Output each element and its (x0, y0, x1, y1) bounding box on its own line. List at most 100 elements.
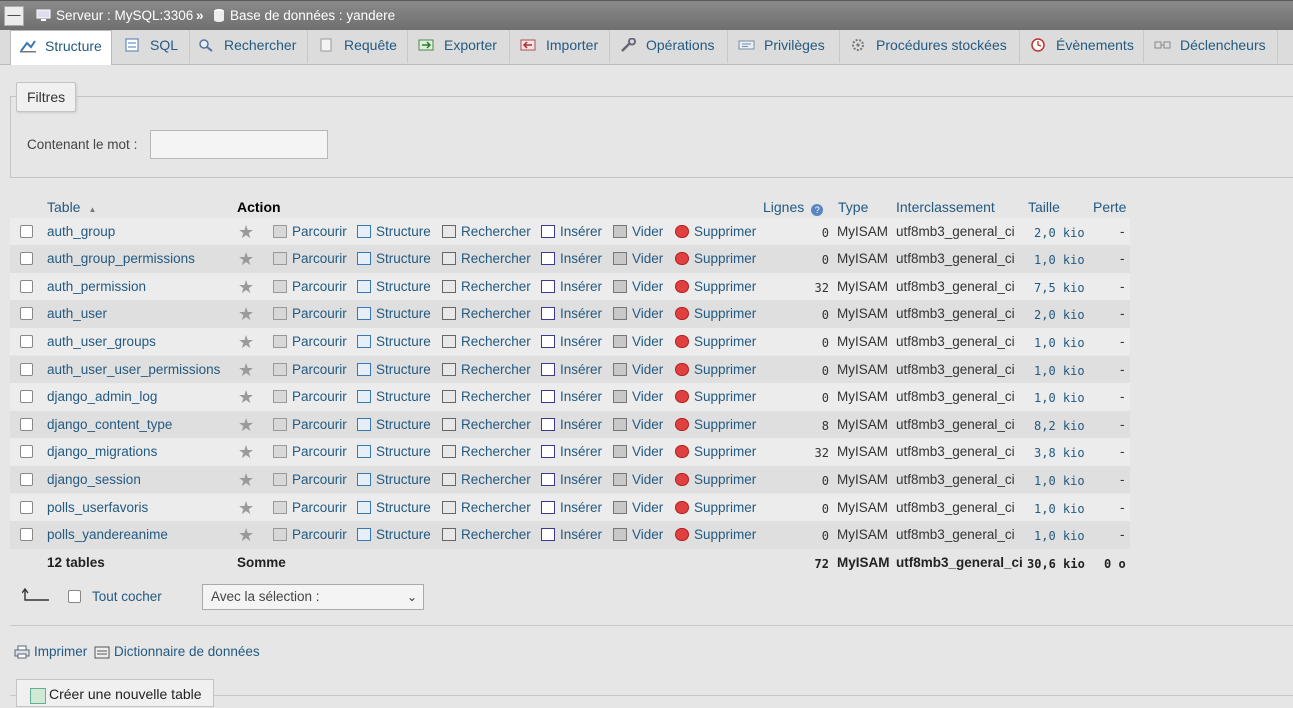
action-structure-link[interactable]: Structure (357, 527, 431, 542)
action-drop-link[interactable]: Supprimer (675, 417, 756, 432)
action-empty-link[interactable]: Vider (613, 334, 663, 349)
action-browse-link[interactable]: Parcourir (273, 417, 347, 432)
action-search-link[interactable]: Rechercher (442, 417, 531, 432)
action-search-link[interactable]: Rechercher (442, 224, 531, 239)
action-empty-link[interactable]: Vider (613, 251, 663, 266)
action-empty-link[interactable]: Vider (613, 306, 663, 321)
table-name-link[interactable]: auth_user_groups (47, 334, 156, 349)
sort-by-collation-header[interactable]: Interclassement (896, 199, 995, 215)
favorite-star-icon[interactable]: ★ (238, 387, 254, 408)
action-search-link[interactable]: Rechercher (442, 362, 531, 377)
action-drop-link[interactable]: Supprimer (675, 500, 756, 515)
check-all-label[interactable]: Tout cocher (92, 589, 162, 604)
favorite-star-icon[interactable]: ★ (238, 442, 254, 463)
table-name-link[interactable]: auth_permission (47, 279, 146, 294)
table-size-link[interactable]: 1,0 kio (1034, 364, 1085, 378)
action-search-link[interactable]: Rechercher (442, 334, 531, 349)
tab-events[interactable]: Évènements (1022, 30, 1144, 63)
action-structure-link[interactable]: Structure (357, 472, 431, 487)
action-insert-link[interactable]: Insérer (541, 500, 602, 515)
action-search-link[interactable]: Rechercher (442, 389, 531, 404)
sort-by-overhead-header[interactable]: Perte (1093, 199, 1126, 215)
action-empty-link[interactable]: Vider (613, 527, 663, 542)
action-drop-link[interactable]: Supprimer (675, 444, 756, 459)
table-size-link[interactable]: 7,5 kio (1034, 281, 1085, 295)
action-browse-link[interactable]: Parcourir (273, 527, 347, 542)
action-structure-link[interactable]: Structure (357, 500, 431, 515)
action-structure-link[interactable]: Structure (357, 279, 431, 294)
table-name-link[interactable]: django_session (47, 472, 141, 487)
tab-sql[interactable]: SQL (116, 30, 190, 63)
action-drop-link[interactable]: Supprimer (675, 389, 756, 404)
action-drop-link[interactable]: Supprimer (675, 306, 756, 321)
favorite-star-icon[interactable]: ★ (238, 360, 254, 381)
favorite-star-icon[interactable]: ★ (238, 332, 254, 353)
row-checkbox[interactable] (20, 279, 33, 293)
action-insert-link[interactable]: Insérer (541, 417, 602, 432)
action-structure-link[interactable]: Structure (357, 251, 431, 266)
sort-by-type-header[interactable]: Type (838, 199, 868, 215)
action-empty-link[interactable]: Vider (613, 500, 663, 515)
action-search-link[interactable]: Rechercher (442, 472, 531, 487)
action-empty-link[interactable]: Vider (613, 279, 663, 294)
breadcrumb-server-link[interactable]: Serveur : MySQL:3306 (36, 8, 193, 23)
action-search-link[interactable]: Rechercher (442, 306, 531, 321)
row-checkbox[interactable] (20, 445, 33, 459)
data-dictionary-link[interactable]: Dictionnaire de données (94, 644, 260, 659)
collapse-navigation-button[interactable]: — (4, 6, 24, 26)
action-empty-link[interactable]: Vider (613, 362, 663, 377)
action-browse-link[interactable]: Parcourir (273, 500, 347, 515)
action-structure-link[interactable]: Structure (357, 362, 431, 377)
tab-operations[interactable]: Opérations (612, 30, 728, 63)
favorite-star-icon[interactable]: ★ (238, 498, 254, 519)
action-empty-link[interactable]: Vider (613, 444, 663, 459)
sort-by-rows-header[interactable]: Lignes? (763, 199, 824, 216)
row-checkbox[interactable] (20, 224, 33, 238)
table-name-link[interactable]: django_content_type (47, 417, 172, 432)
action-browse-link[interactable]: Parcourir (273, 306, 347, 321)
action-insert-link[interactable]: Insérer (541, 251, 602, 266)
breadcrumb-database-link[interactable]: Base de données : yandere (213, 8, 395, 23)
action-insert-link[interactable]: Insérer (541, 527, 602, 542)
table-size-link[interactable]: 1,0 kio (1034, 253, 1085, 267)
row-checkbox[interactable] (20, 500, 33, 514)
action-drop-link[interactable]: Supprimer (675, 527, 756, 542)
table-size-link[interactable]: 1,0 kio (1034, 336, 1085, 350)
table-name-link[interactable]: django_migrations (47, 444, 157, 459)
action-browse-link[interactable]: Parcourir (273, 334, 347, 349)
action-structure-link[interactable]: Structure (357, 224, 431, 239)
action-insert-link[interactable]: Insérer (541, 472, 602, 487)
action-search-link[interactable]: Rechercher (442, 279, 531, 294)
action-browse-link[interactable]: Parcourir (273, 444, 347, 459)
tab-privileges[interactable]: Privilèges (730, 30, 840, 63)
row-checkbox[interactable] (20, 390, 33, 404)
table-name-link[interactable]: auth_group (47, 224, 115, 239)
action-insert-link[interactable]: Insérer (541, 306, 602, 321)
row-checkbox[interactable] (20, 472, 33, 486)
action-structure-link[interactable]: Structure (357, 444, 431, 459)
table-name-link[interactable]: polls_userfavoris (47, 500, 148, 515)
action-search-link[interactable]: Rechercher (442, 444, 531, 459)
action-insert-link[interactable]: Insérer (541, 224, 602, 239)
action-search-link[interactable]: Rechercher (442, 500, 531, 515)
tab-structure[interactable]: Structure (10, 30, 112, 65)
action-drop-link[interactable]: Supprimer (675, 362, 756, 377)
tab-export[interactable]: Exporter (410, 30, 510, 63)
action-insert-link[interactable]: Insérer (541, 279, 602, 294)
row-checkbox[interactable] (20, 252, 33, 266)
action-browse-link[interactable]: Parcourir (273, 472, 347, 487)
favorite-star-icon[interactable]: ★ (238, 249, 254, 270)
table-name-link[interactable]: auth_user (47, 306, 107, 321)
action-insert-link[interactable]: Insérer (541, 334, 602, 349)
action-drop-link[interactable]: Supprimer (675, 279, 756, 294)
sort-by-size-header[interactable]: Taille (1028, 199, 1060, 215)
tab-import[interactable]: Importer (512, 30, 610, 63)
row-checkbox[interactable] (20, 417, 33, 431)
tab-search[interactable]: Rechercher (190, 30, 308, 63)
table-size-link[interactable]: 2,0 kio (1034, 226, 1085, 240)
table-size-link[interactable]: 1,0 kio (1034, 502, 1085, 516)
action-empty-link[interactable]: Vider (613, 417, 663, 432)
table-name-link[interactable]: polls_yandereanime (47, 527, 168, 542)
action-search-link[interactable]: Rechercher (442, 251, 531, 266)
action-empty-link[interactable]: Vider (613, 389, 663, 404)
